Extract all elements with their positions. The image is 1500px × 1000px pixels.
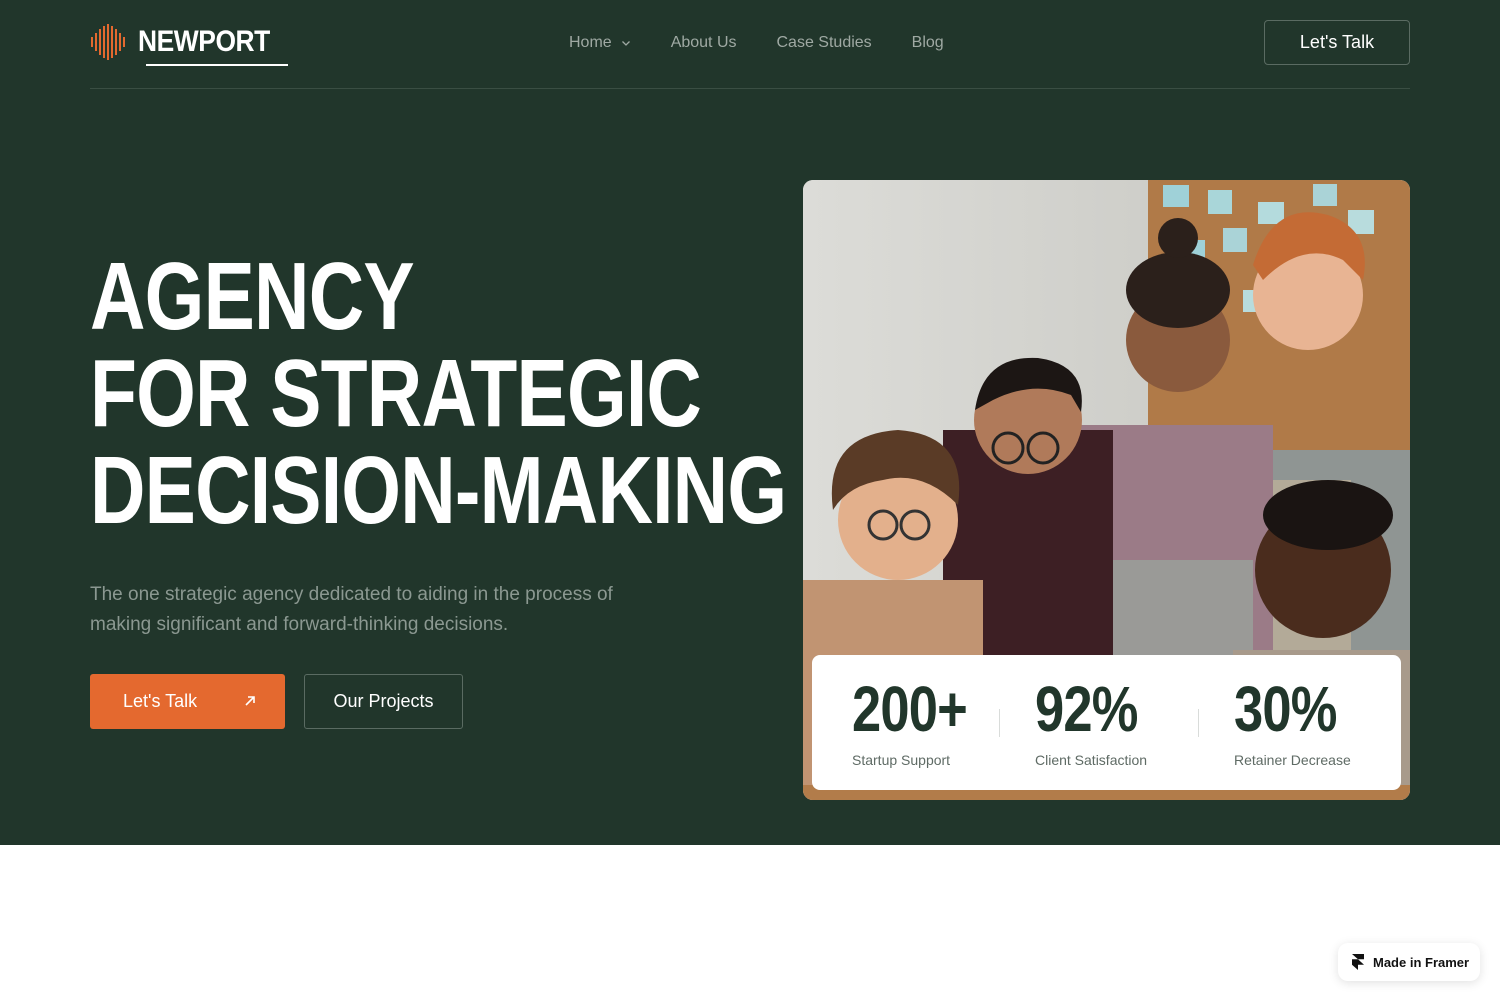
- stat-label: Startup Support: [852, 752, 951, 768]
- stat-value: 200+: [852, 673, 968, 745]
- stat-value: 30%: [1234, 673, 1337, 745]
- chevron-down-icon: [621, 41, 630, 46]
- nav-item-blog[interactable]: Blog: [912, 34, 944, 52]
- nav-item-home[interactable]: Home: [569, 34, 631, 52]
- hero-section: NEWPORT Home About Us Case Studies Blog …: [0, 0, 1500, 845]
- headline-line-3: DECISION-MAKING: [90, 437, 787, 544]
- stat-startup-support: 200+ Startup Support: [852, 677, 992, 768]
- nav-item-label: About Us: [670, 34, 737, 51]
- arrow-up-right-icon: [245, 696, 255, 706]
- nav-divider: [90, 88, 1410, 89]
- stat-label: Retainer Decrease: [1234, 752, 1351, 768]
- lets-talk-label: Let's Talk: [123, 691, 198, 711]
- headline-line-1: AGENCY: [90, 243, 415, 350]
- stat-client-satisfaction: 92% Client Satisfaction: [1035, 677, 1160, 768]
- hero-subtext: The one strategic agency dedicated to ai…: [90, 584, 613, 635]
- nav-item-case-studies[interactable]: Case Studies: [777, 34, 872, 52]
- our-projects-button[interactable]: Our Projects: [304, 674, 463, 729]
- main-nav: Home About Us Case Studies Blog: [569, 32, 944, 54]
- stats-card: 200+ Startup Support 92% Client Satisfac…: [812, 655, 1401, 790]
- brand-underline: [146, 64, 288, 66]
- nav-item-label: Home: [569, 34, 612, 51]
- stat-divider: [1198, 709, 1199, 737]
- stat-label: Client Satisfaction: [1035, 752, 1148, 768]
- stat-retainer-decrease: 30% Retainer Decrease: [1234, 677, 1359, 768]
- soundwave-icon: [91, 24, 125, 60]
- nav-item-about-us[interactable]: About Us: [671, 34, 737, 52]
- made-in-framer-label: Made in Framer: [1373, 954, 1470, 970]
- stat-value: 92%: [1035, 673, 1138, 745]
- nav-item-label: Case Studies: [776, 34, 872, 51]
- nav-lets-talk-button[interactable]: Let's Talk: [1264, 20, 1410, 65]
- stat-divider: [999, 709, 1000, 737]
- nav-item-label: Blog: [911, 34, 944, 51]
- headline-line-2: FOR STRATEGIC: [90, 340, 702, 447]
- brand-logo[interactable]: NEWPORT: [90, 22, 288, 66]
- made-in-framer-badge[interactable]: Made in Framer: [1338, 943, 1480, 981]
- lets-talk-button[interactable]: Let's Talk: [90, 674, 285, 729]
- brand-name: NEWPORT: [138, 25, 270, 58]
- framer-icon: [1352, 954, 1364, 970]
